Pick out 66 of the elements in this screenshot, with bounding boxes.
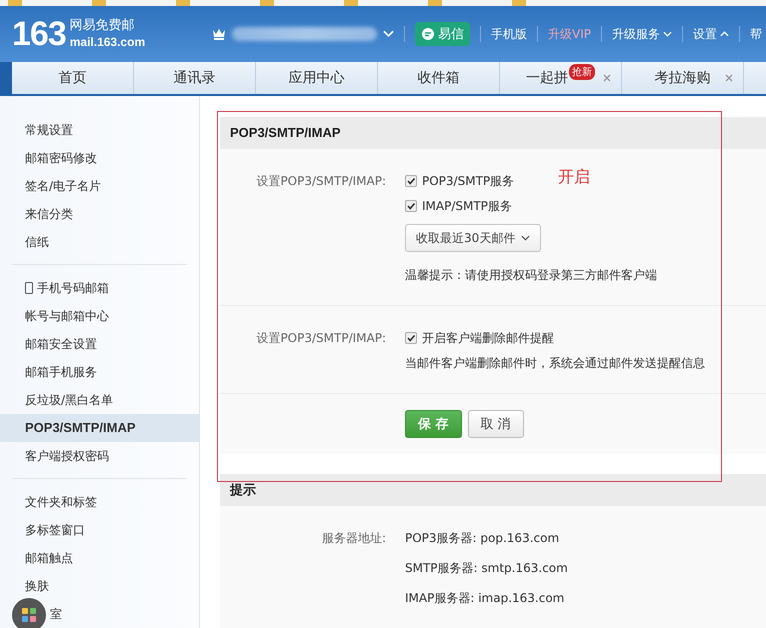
folder-icon[interactable] xyxy=(512,0,526,6)
blurred-username[interactable] xyxy=(232,27,377,41)
folder-icon[interactable] xyxy=(8,0,22,6)
chat-bubble-icon xyxy=(421,27,435,41)
sidebar-item[interactable]: 反垃圾/黑白名单 xyxy=(0,386,199,414)
checkmark-icon xyxy=(406,176,416,186)
logo-name: 网易免费邮 xyxy=(70,18,136,34)
logo-domain: mail.163.com xyxy=(70,34,146,50)
sidebar-item[interactable]: 换肤 xyxy=(0,572,199,600)
cancel-button[interactable]: 取 消 xyxy=(468,410,524,438)
sidebar-item[interactable]: 邮箱密码修改 xyxy=(0,144,199,172)
annotation-text: 开启 xyxy=(558,166,590,188)
service-checkbox[interactable]: 开启客户端删除邮件提醒 xyxy=(405,328,554,348)
sidebar-item[interactable]: 文件夹和标签 xyxy=(0,488,199,516)
period-dropdown[interactable]: 收取最近30天邮件 xyxy=(405,224,542,252)
logo-number: 163 xyxy=(12,14,66,54)
hint-text: 当邮件客户端删除邮件时，系统会通过邮件发送提醒信息 xyxy=(405,355,705,372)
nav-tab[interactable]: 考拉海购 xyxy=(622,62,744,94)
sidebar-item[interactable]: 多标签窗口 xyxy=(0,516,199,544)
sidebar-item[interactable]: 室 xyxy=(0,600,199,628)
service-checkbox[interactable]: POP3/SMTP服务 xyxy=(405,171,514,191)
panel-title: POP3/SMTP/IMAP xyxy=(220,117,766,149)
sidebar-item[interactable]: 邮箱安全设置 xyxy=(0,330,199,358)
panel-title: 提示 xyxy=(220,474,766,506)
grid-icon xyxy=(21,607,37,623)
server-address: IMAP服务器: imap.163.com xyxy=(405,590,564,607)
phone-icon xyxy=(25,282,33,294)
nav-tab[interactable]: 首页 xyxy=(12,62,134,94)
sidebar-item[interactable]: POP3/SMTP/IMAP xyxy=(0,414,199,442)
folder-icon[interactable] xyxy=(428,0,442,6)
caret-icon[interactable] xyxy=(383,30,394,38)
sidebar-item[interactable]: 来信分类 xyxy=(0,200,199,228)
nav-tab[interactable]: 一起拼 抢新 xyxy=(500,62,622,94)
header-link[interactable]: 手机版 xyxy=(491,26,527,42)
folder-icon[interactable] xyxy=(92,0,106,6)
menu-link[interactable]: 升级服务 xyxy=(612,26,672,42)
sidebar-item[interactable]: 签名/电子名片 xyxy=(0,172,199,200)
sidebar-item[interactable]: 常规设置 xyxy=(0,116,199,144)
close-icon[interactable] xyxy=(603,74,611,82)
setting-label: 设置POP3/SMTP/IMAP: xyxy=(255,173,387,190)
folder-icon[interactable] xyxy=(176,0,190,6)
sidebar-item[interactable]: 邮箱手机服务 xyxy=(0,358,199,386)
new-badge: 抢新 xyxy=(569,64,595,80)
hint-text: 温馨提示：请使用授权码登录第三方邮件客户端 xyxy=(405,267,657,284)
folder-icon[interactable] xyxy=(260,0,274,6)
sidebar-item[interactable]: 信纸 xyxy=(0,228,199,256)
header-link[interactable]: 帮 xyxy=(750,26,762,42)
menu-link[interactable]: 设置 xyxy=(692,26,729,42)
caret-icon xyxy=(521,235,530,241)
service-checkbox[interactable]: IMAP/SMTP服务 xyxy=(405,196,512,216)
server-address: SMTP服务器: smtp.163.com xyxy=(405,560,568,577)
checkmark-icon xyxy=(406,201,416,211)
sidebar-item[interactable]: 手机号码邮箱 xyxy=(0,274,199,302)
close-icon[interactable] xyxy=(725,74,733,82)
setting-label: 设置POP3/SMTP/IMAP: xyxy=(255,330,387,347)
setting-label: 服务器地址: xyxy=(320,530,387,547)
sidebar-item[interactable]: 帐号与邮箱中心 xyxy=(0,302,199,330)
checkmark-icon xyxy=(406,333,416,343)
folder-icon[interactable] xyxy=(344,0,358,6)
nav-tab[interactable]: 应用中心 xyxy=(256,62,378,94)
sidebar-item[interactable]: 客户端授权密码 xyxy=(0,442,199,470)
crown-icon[interactable] xyxy=(212,27,226,41)
nav-tab[interactable]: 收件箱 xyxy=(378,62,500,94)
sidebar-item[interactable]: 邮箱触点 xyxy=(0,544,199,572)
server-address: POP3服务器: pop.163.com xyxy=(405,530,560,547)
nav-tab[interactable]: 通讯录 xyxy=(134,62,256,94)
